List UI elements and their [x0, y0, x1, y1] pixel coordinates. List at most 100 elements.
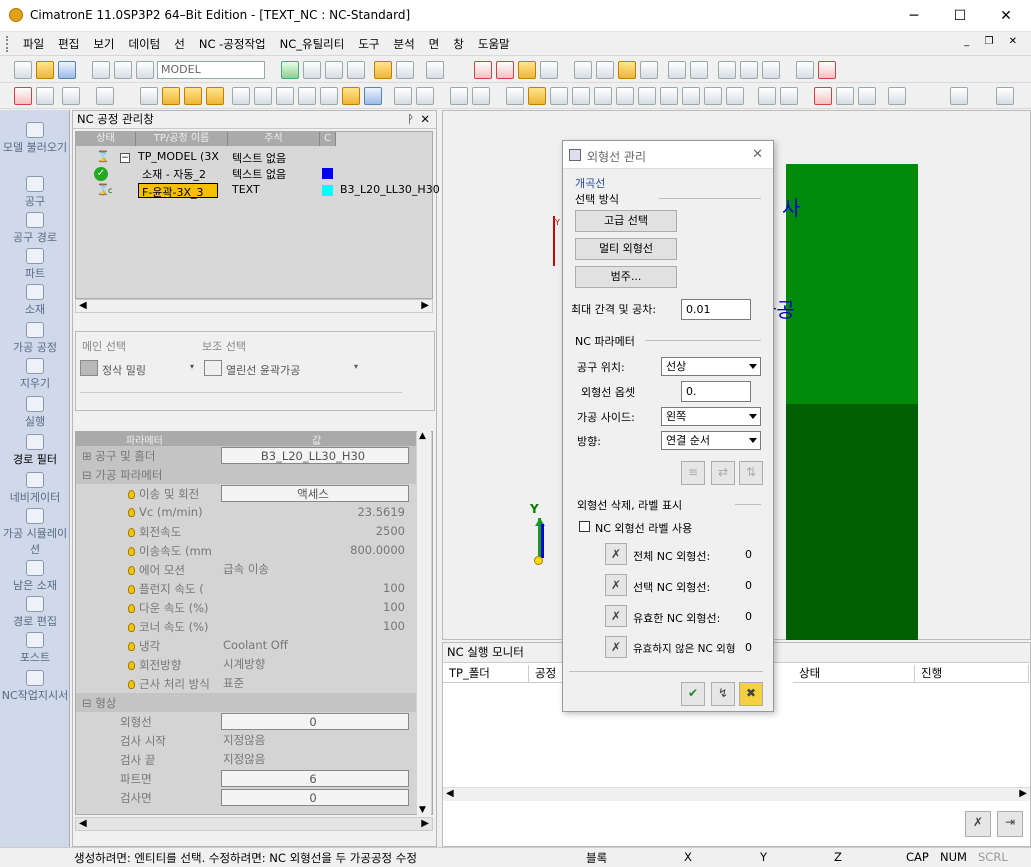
scroll-left-icon[interactable]: ◀: [446, 788, 454, 799]
sketch-icon[interactable]: [758, 87, 776, 105]
leftbar-tool[interactable]: 공구: [0, 176, 70, 209]
table-icon[interactable]: [718, 61, 736, 79]
leftbar-path-edit[interactable]: 경로 편집: [0, 596, 70, 629]
scroll-left-icon[interactable]: ◀: [79, 818, 87, 829]
axis-icon[interactable]: [888, 87, 906, 105]
zoom-all-icon[interactable]: [281, 61, 299, 79]
menu-nc-work[interactable]: NC -공정작업: [192, 36, 273, 52]
close-button[interactable]: ✕: [983, 0, 1029, 32]
param-row[interactable]: 코너 속도 (%) 100: [76, 617, 416, 636]
surface-icon-2[interactable]: [836, 87, 854, 105]
scroll-right-icon[interactable]: ▶: [1019, 788, 1027, 799]
tool-icon-5[interactable]: [594, 87, 612, 105]
param-row[interactable]: 다운 속도 (%) 100: [76, 598, 416, 617]
shaded-box-icon[interactable]: [374, 61, 392, 79]
filter-icon-4[interactable]: [206, 87, 224, 105]
menu-edit[interactable]: 편집: [51, 36, 86, 52]
green-block-front-face[interactable]: [786, 404, 918, 640]
tool-icon-1[interactable]: [506, 87, 524, 105]
wire-box-icon[interactable]: [396, 61, 414, 79]
leftbar-part[interactable]: 파트: [0, 248, 70, 281]
param-value[interactable]: 0: [221, 789, 409, 806]
leftbar-post[interactable]: 포스트: [0, 632, 70, 665]
param-row[interactable]: 플런지 속도 (100: [76, 579, 416, 598]
param-row[interactable]: 검사 시작 지정않음: [76, 731, 416, 750]
expand-icon[interactable]: ⊞: [82, 449, 95, 463]
label-checkbox[interactable]: [579, 521, 590, 532]
filter-icon-15[interactable]: [472, 87, 490, 105]
param-value[interactable]: B3_L20_LL30_H30: [221, 447, 409, 464]
main-select-dropdown[interactable]: 정삭 밀링 ▾: [80, 360, 200, 380]
monitor-exit-button[interactable]: ⇥: [997, 811, 1023, 837]
tool-icon-6[interactable]: [638, 87, 656, 105]
selected-procedure[interactable]: F-윤곽-3X_3: [138, 183, 218, 199]
advanced-select-button[interactable]: 고급 선택: [575, 210, 677, 232]
tool-icon-7[interactable]: [660, 87, 678, 105]
menu-view[interactable]: 보기: [86, 36, 121, 52]
scroll-down-icon[interactable]: ▼: [419, 805, 426, 815]
render-icon-1[interactable]: [474, 61, 492, 79]
measure-icon[interactable]: [950, 87, 968, 105]
set-icon[interactable]: [136, 61, 154, 79]
flip-icon[interactable]: ⇅: [739, 461, 763, 485]
param-row[interactable]: 파트면 6: [76, 769, 416, 788]
layer-icon[interactable]: [114, 61, 132, 79]
leftbar-navigator[interactable]: 네비게이터: [0, 472, 70, 505]
filter-icon-2[interactable]: [162, 87, 180, 105]
rotate-icon[interactable]: [347, 61, 365, 79]
monitor-col-procedure[interactable]: 공정: [529, 665, 563, 683]
multi-contour-button[interactable]: 멀티 외형선: [575, 238, 677, 260]
settings-icon[interactable]: [762, 61, 780, 79]
leftbar-remaining-stock[interactable]: 남은 소재: [0, 560, 70, 593]
tool-icon-3[interactable]: [550, 87, 568, 105]
select-icon[interactable]: [14, 87, 32, 105]
filter-icon-3[interactable]: [184, 87, 202, 105]
param-value[interactable]: 0: [221, 713, 409, 730]
menu-tools[interactable]: 도구: [351, 36, 386, 52]
leftbar-delete[interactable]: 지우기: [0, 358, 70, 391]
monitor-delete-button[interactable]: ✗: [965, 811, 991, 837]
delete-valid-button[interactable]: ✗: [605, 605, 627, 627]
collapse-icon[interactable]: ⊟: [82, 468, 95, 482]
monitor-col-progress[interactable]: 진행: [915, 665, 1029, 683]
menu-file[interactable]: 파일: [16, 36, 51, 52]
param-row[interactable]: ⊟ 가공 파라메터: [76, 465, 416, 484]
filter-icon-10[interactable]: [342, 87, 360, 105]
lightbulb-off-icon[interactable]: [640, 61, 658, 79]
pick-icon[interactable]: [62, 87, 80, 105]
cancel-button[interactable]: ✖: [739, 682, 763, 706]
tool-icon-2[interactable]: [528, 87, 546, 105]
param-row[interactable]: 회전속도 2500: [76, 522, 416, 541]
ok-button[interactable]: ✔: [681, 682, 705, 706]
param-value[interactable]: 액세스: [221, 485, 409, 502]
curve-icon[interactable]: [780, 87, 798, 105]
tree-header-status[interactable]: 상태: [76, 132, 136, 146]
options-icon[interactable]: [996, 87, 1014, 105]
monitor-hscroll[interactable]: ◀ ▶: [443, 787, 1030, 801]
tool-position-select[interactable]: 선상: [661, 357, 761, 376]
delete-all-button[interactable]: ✗: [605, 543, 627, 565]
surface-icon-3[interactable]: [858, 87, 876, 105]
leftbar-toolpath[interactable]: 공구 경로: [0, 212, 70, 245]
leftbar-work-order[interactable]: NC작업지시서: [0, 670, 70, 703]
show-icon[interactable]: [574, 61, 592, 79]
tree-row[interactable]: ✓ 소재 - 자동_2 텍스트 없음: [76, 166, 434, 182]
pick-dropdown-icon[interactable]: [96, 87, 114, 105]
filter-icon-14[interactable]: [450, 87, 468, 105]
filter-icon-13[interactable]: [416, 87, 434, 105]
arrow-left-icon[interactable]: [668, 61, 686, 79]
maximize-button[interactable]: ☐: [937, 0, 983, 32]
param-row[interactable]: 이송속도 (mm 800.0000: [76, 541, 416, 560]
dialog-close-button[interactable]: ✕: [752, 147, 763, 162]
scroll-left-icon[interactable]: ◀: [79, 300, 87, 311]
category-button[interactable]: 범주...: [575, 266, 677, 288]
sub-select-dropdown[interactable]: 열린선 윤곽가공 ▾: [204, 360, 364, 380]
filter-icon-5[interactable]: [232, 87, 250, 105]
tree-hscroll[interactable]: ◀ ▶: [75, 299, 433, 313]
delete-invalid-button[interactable]: ✗: [605, 636, 627, 658]
tool-icon-10[interactable]: [726, 87, 744, 105]
leftbar-simulation[interactable]: 가공 시뮬레이션: [0, 508, 70, 557]
filter-icon-9[interactable]: [320, 87, 338, 105]
leftbar-path-filter[interactable]: 경로 필터: [0, 434, 70, 467]
cubes-red-icon[interactable]: [818, 61, 836, 79]
